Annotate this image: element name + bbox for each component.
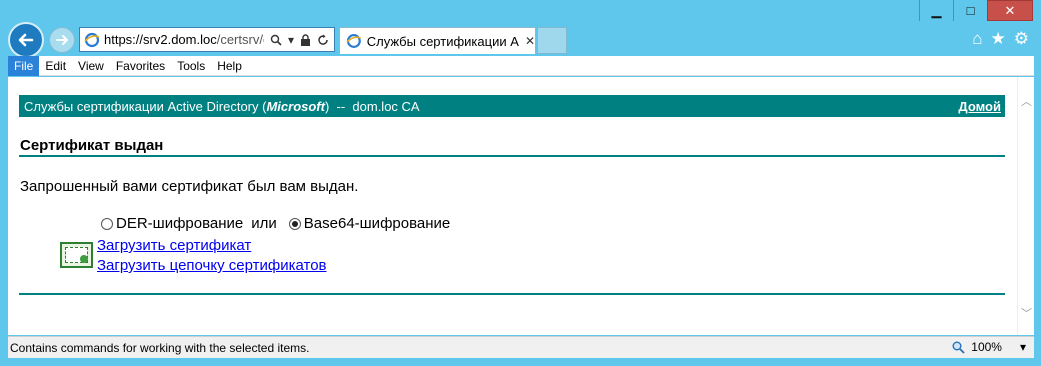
divider <box>19 293 1005 295</box>
chevron-up-icon[interactable]: ︿ <box>1018 93 1035 109</box>
status-bar: Contains commands for working with the s… <box>8 336 1034 358</box>
ie-page-icon <box>346 34 362 48</box>
issued-message: Запрошенный вами сертификат был вам выда… <box>20 178 359 195</box>
zoom-level: 100% <box>971 340 1002 354</box>
maximize-button[interactable]: □ <box>953 0 987 21</box>
arrow-left-icon <box>18 33 34 47</box>
menu-bar: File Edit View Favorites Tools Help <box>8 55 1034 76</box>
search-icon[interactable] <box>270 34 282 46</box>
tab-close-icon[interactable]: ✕ <box>525 34 535 48</box>
tab-title: Службы сертификации Ac... <box>366 33 519 49</box>
address-text[interactable]: https://srv2.dom.loc/certsrv/c <box>104 32 264 47</box>
certificate-icon <box>60 242 93 268</box>
gear-icon[interactable]: ⚙ <box>1014 29 1029 49</box>
refresh-icon[interactable] <box>317 34 329 46</box>
minimize-button[interactable]: ▁ <box>919 0 953 21</box>
favorites-star-icon[interactable]: ★ <box>991 29 1006 49</box>
chevron-down-icon[interactable]: ﹀ <box>1018 305 1035 321</box>
address-bar[interactable]: https://srv2.dom.loc/certsrv/c ▾ <box>79 27 335 52</box>
dropdown-arrow-icon[interactable]: ▾ <box>1020 340 1026 354</box>
close-button[interactable]: ✕ <box>987 0 1033 21</box>
browser-tools: ⌂ ★ ⚙ <box>972 29 1029 49</box>
download-certificate-link[interactable]: Загрузить сертификат <box>97 237 251 254</box>
menu-file[interactable]: File <box>8 55 40 76</box>
home-link[interactable]: Домой <box>958 99 1001 114</box>
banner-prefix: Службы сертификации Active Directory ( <box>24 98 267 114</box>
back-button[interactable] <box>8 22 44 58</box>
base64-radio[interactable] <box>288 217 301 230</box>
ca-banner: Службы сертификации Active Directory (Mi… <box>19 95 1005 117</box>
or-label: или <box>251 215 277 232</box>
menu-favorites[interactable]: Favorites <box>110 56 171 76</box>
divider <box>19 155 1005 157</box>
menu-tools[interactable]: Tools <box>171 56 211 76</box>
address-actions: ▾ <box>270 33 329 47</box>
arrow-right-icon <box>56 35 68 45</box>
forward-button[interactable] <box>49 27 75 53</box>
vertical-scrollbar[interactable]: ︿ ﹀ <box>1017 77 1034 335</box>
menu-help[interactable]: Help <box>211 56 248 76</box>
base64-label[interactable]: Base64-шифрование <box>304 215 450 232</box>
page-content: Службы сертификации Active Directory (Mi… <box>8 77 1034 335</box>
dropdown-arrow-icon[interactable]: ▾ <box>288 33 294 47</box>
zoom-icon <box>952 341 965 354</box>
title-bar: ▁ □ ✕ https://srv2.dom.loc/certsrv/c ▾ <box>0 0 1041 58</box>
banner-brand: Microsoft <box>266 98 325 114</box>
menu-edit[interactable]: Edit <box>39 56 72 76</box>
ie-page-icon <box>84 32 100 47</box>
new-tab-button[interactable] <box>537 27 567 54</box>
download-chain-link[interactable]: Загрузить цепочку сертификатов <box>97 257 327 274</box>
der-radio[interactable] <box>101 217 113 230</box>
lock-icon[interactable] <box>300 33 311 46</box>
encoding-options: DER-шифрование или Base64-шифрование <box>101 215 450 232</box>
home-icon[interactable]: ⌂ <box>972 29 982 49</box>
zoom-control[interactable]: 100% ▾ <box>952 340 1026 354</box>
der-label[interactable]: DER-шифрование <box>116 215 243 232</box>
browser-tab[interactable]: Службы сертификации Ac... ✕ <box>339 27 536 54</box>
window-controls: ▁ □ ✕ <box>919 0 1033 21</box>
banner-suffix: ) -- dom.loc CA <box>324 98 420 114</box>
menu-view[interactable]: View <box>72 56 110 76</box>
status-text: Contains commands for working with the s… <box>10 340 310 355</box>
page-title: Сертификат выдан <box>20 137 164 154</box>
